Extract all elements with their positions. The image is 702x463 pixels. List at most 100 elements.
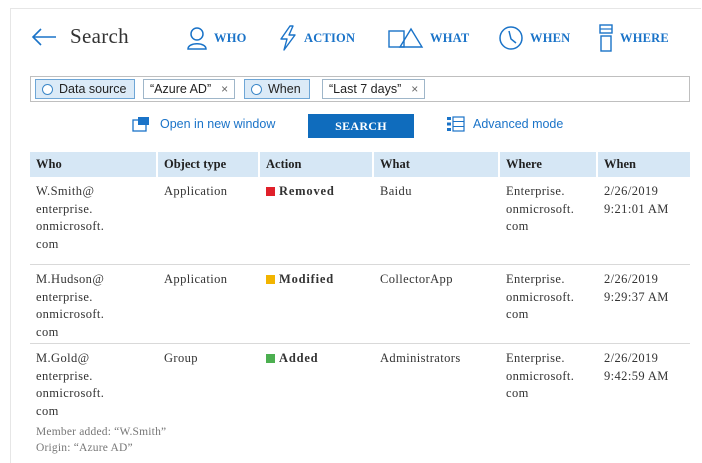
list-settings-icon	[447, 116, 465, 132]
filter-bar[interactable]: Data source “Azure AD” × When “Last 7 da…	[30, 76, 690, 102]
cell-who-line: onmicrosoft.	[36, 219, 105, 233]
cell-who-line: com	[36, 236, 59, 251]
cell-when: 2/26/2019 9:21:01 AM	[598, 183, 690, 218]
cell-when-line: 9:42:59 AM	[604, 368, 669, 383]
column-header-when[interactable]: When	[598, 152, 690, 177]
table-header: Who Object type Action What Where When	[30, 152, 690, 177]
cell-where-line: onmicrosoft.	[506, 201, 575, 216]
advanced-mode-link[interactable]: Advanced mode	[446, 116, 563, 132]
filter-key-label: Data source	[59, 82, 127, 96]
cell-when-line: 9:29:37 AM	[604, 289, 669, 304]
cell-when: 2/26/2019 9:29:37 AM	[598, 271, 690, 306]
cell-who: M.Gold@ enterprise. onmicrosoft. com	[30, 350, 158, 420]
radio-icon	[251, 83, 262, 95]
cell-object-type: Application	[164, 272, 228, 286]
page-title: Search	[70, 24, 129, 48]
cell-what: Baidu	[380, 184, 412, 198]
category-where[interactable]: WHERE	[598, 22, 669, 54]
person-icon	[187, 27, 207, 50]
cell-who-line: onmicrosoft.	[36, 386, 105, 400]
category-what[interactable]: WHAT	[388, 22, 469, 54]
cell-who-line: enterprise.	[36, 201, 93, 216]
action-label: Removed	[279, 184, 335, 198]
cell-what: Administrators	[380, 351, 461, 365]
cell-where-line: onmicrosoft.	[506, 368, 575, 383]
cell-action: Added	[260, 350, 374, 368]
cell-when-line: 9:21:01 AM	[604, 201, 669, 216]
cell-who-line: enterprise.	[36, 289, 93, 304]
results-table: Who Object type Action What Where When W…	[30, 152, 690, 459]
new-window-icon	[132, 117, 149, 132]
category-action[interactable]: ACTION	[278, 22, 355, 54]
cell-who-line: enterprise.	[36, 368, 93, 383]
category-action-label: ACTION	[304, 30, 356, 45]
added-status-icon	[266, 354, 275, 364]
cell-where-line: onmicrosoft.	[506, 289, 575, 304]
filter-key-label: When	[268, 82, 301, 96]
filter-value-label: “Last 7 days”	[329, 82, 402, 96]
modified-status-icon	[266, 275, 275, 285]
action-label: Added	[279, 351, 319, 365]
shapes-icon	[388, 27, 424, 48]
cell-where-line: Enterprise.	[506, 184, 565, 198]
search-button[interactable]: SEARCH	[308, 114, 414, 138]
column-header-what[interactable]: What	[374, 152, 500, 177]
back-button[interactable]	[30, 24, 60, 50]
cell-where: Enterprise. onmicrosoft. com	[500, 183, 598, 236]
table-row[interactable]: W.Smith@ enterprise. onmicrosoft. com Ap…	[30, 177, 690, 265]
cell-who-line: W.Smith@	[36, 184, 95, 198]
cell-object-type: Application	[164, 184, 228, 198]
filter-value-data-source[interactable]: “Azure AD” ×	[143, 79, 236, 99]
back-arrow-icon	[31, 28, 56, 46]
cell-where-line: com	[506, 219, 529, 233]
cell-action: Removed	[260, 183, 374, 201]
filter-chip-when[interactable]: When	[244, 79, 310, 99]
category-what-label: WHAT	[430, 30, 470, 45]
cell-who-line: M.Hudson@	[36, 272, 105, 286]
column-header-action[interactable]: Action	[260, 152, 374, 177]
cell-who: M.Hudson@ enterprise. onmicrosoft. com	[30, 271, 158, 341]
cell-who: W.Smith@ enterprise. onmicrosoft. com	[30, 183, 158, 253]
table-row[interactable]: M.Hudson@ enterprise. onmicrosoft. com A…	[30, 265, 690, 344]
removed-status-icon	[266, 187, 275, 197]
category-who-label: WHO	[214, 30, 247, 45]
cell-when: 2/26/2019 9:42:59 AM	[598, 350, 690, 385]
cell-who-line: com	[36, 403, 59, 418]
cell-where: Enterprise. onmicrosoft. com	[500, 350, 598, 403]
cell-where-line: Enterprise.	[506, 272, 565, 286]
column-header-object-type[interactable]: Object type	[158, 152, 260, 177]
cell-where: Enterprise. onmicrosoft. com	[500, 271, 598, 324]
open-new-window-link[interactable]: Open in new window	[132, 116, 275, 132]
remove-filter-icon[interactable]: ×	[221, 82, 228, 96]
cell-when-line: 2/26/2019	[604, 272, 659, 286]
category-when[interactable]: WHEN	[498, 22, 570, 54]
search-header: Search WHO ACTION WHAT WHEN WHERE	[30, 22, 690, 54]
search-actions: Open in new window SEARCH Advanced mode	[30, 114, 690, 138]
cell-where-line: com	[506, 307, 529, 321]
filter-value-when[interactable]: “Last 7 days” ×	[322, 79, 426, 99]
cell-what: CollectorApp	[380, 272, 453, 286]
column-header-where[interactable]: Where	[500, 152, 598, 177]
filter-value-label: “Azure AD”	[150, 82, 212, 96]
column-header-who[interactable]: Who	[30, 152, 158, 177]
clock-icon	[499, 26, 523, 50]
radio-icon	[42, 83, 53, 95]
cell-when-line: 2/26/2019	[604, 184, 659, 198]
category-when-label: WHEN	[530, 30, 571, 45]
cell-where-line: com	[506, 386, 529, 400]
cell-who-line: onmicrosoft.	[36, 307, 105, 321]
filter-chip-data-source[interactable]: Data source	[35, 79, 136, 99]
cell-object-type: Group	[164, 351, 198, 365]
location-icon	[599, 24, 613, 52]
cell-who-line: M.Gold@	[36, 351, 90, 365]
open-new-window-label: Open in new window	[160, 117, 276, 131]
note-line: Origin: “Azure AD”	[36, 442, 133, 454]
category-who[interactable]: WHO	[186, 22, 247, 54]
table-row[interactable]: M.Gold@ enterprise. onmicrosoft. com Gro…	[30, 344, 690, 459]
lightning-icon	[280, 25, 296, 51]
remove-filter-icon[interactable]: ×	[411, 82, 418, 96]
advanced-mode-label: Advanced mode	[473, 117, 564, 131]
category-where-label: WHERE	[620, 30, 669, 45]
action-label: Modified	[279, 272, 335, 286]
cell-who-line: com	[36, 324, 59, 339]
